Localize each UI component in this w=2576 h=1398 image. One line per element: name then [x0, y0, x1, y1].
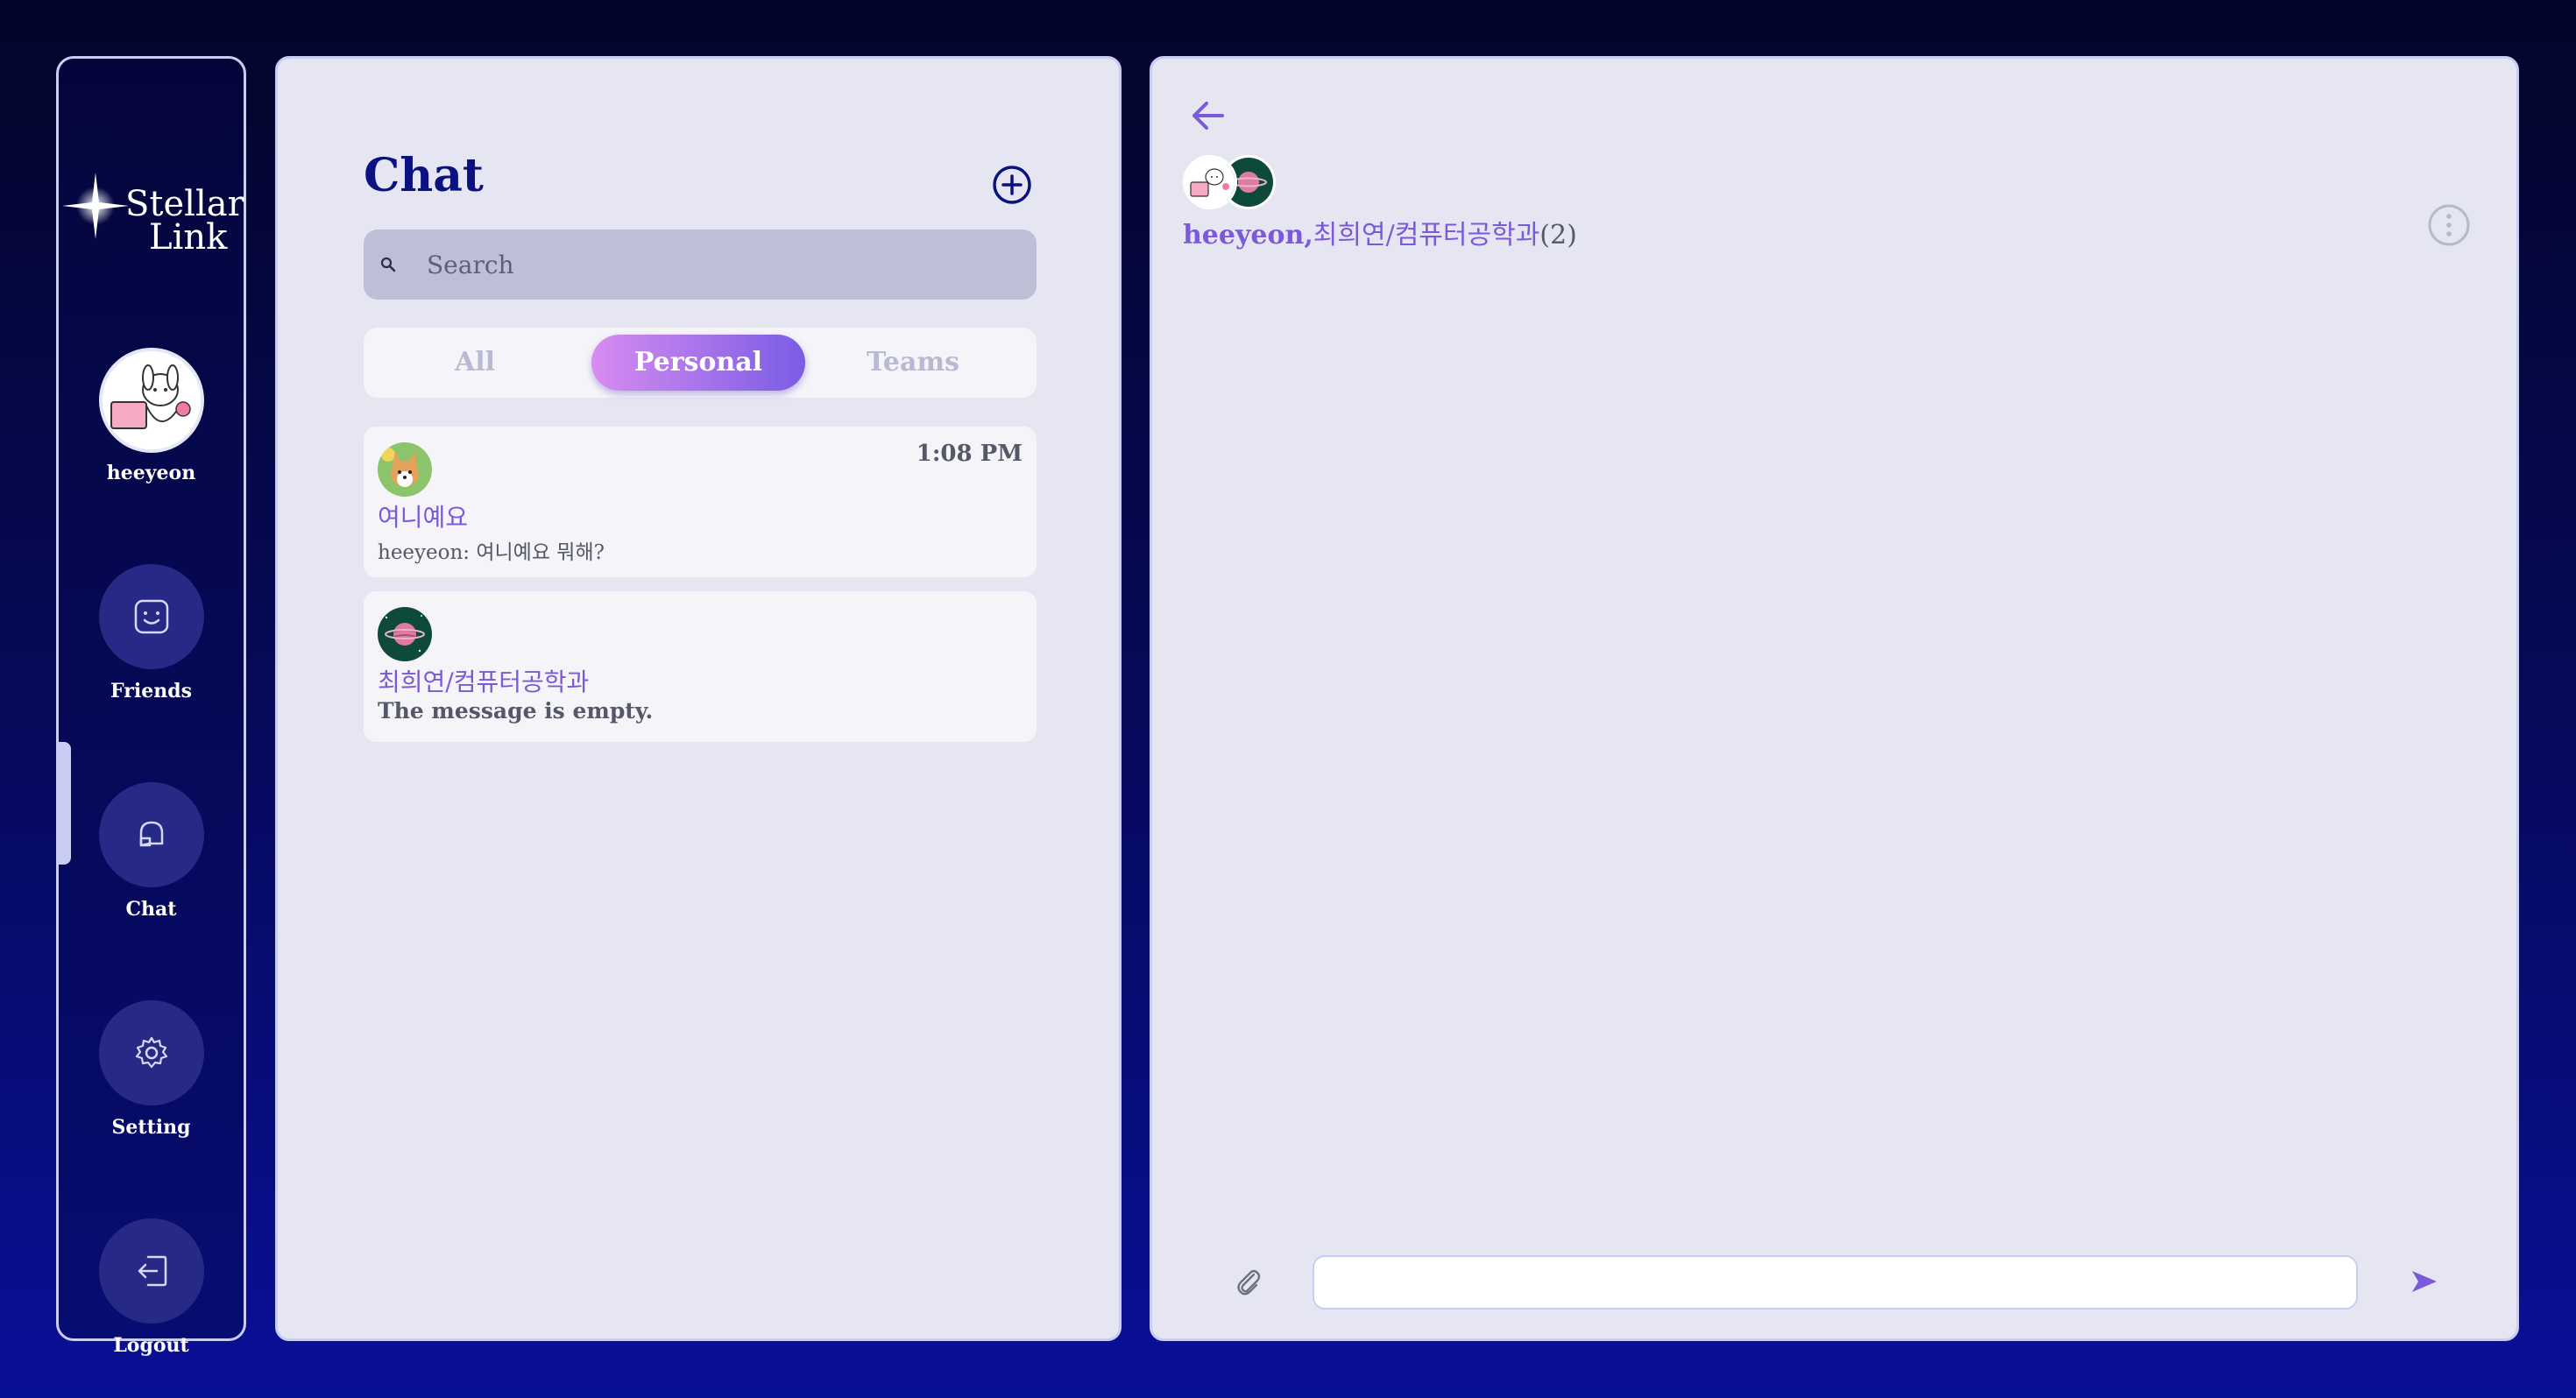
user-profile[interactable]: heeyeon [59, 348, 244, 484]
nav-logout-label: Logout [113, 1334, 189, 1357]
room-time: 1:08 PM [916, 441, 1023, 467]
logo-text-line1: Stellar [125, 184, 244, 224]
room-avatar [378, 607, 432, 661]
add-chat-button[interactable] [992, 165, 1032, 205]
search-bar[interactable] [364, 229, 1037, 300]
paperclip-icon [1237, 1269, 1261, 1296]
message-input[interactable] [1313, 1255, 2358, 1310]
avatar[interactable] [98, 348, 204, 453]
attach-button[interactable] [1233, 1266, 1264, 1301]
nav-setting[interactable]: Setting [59, 1000, 244, 1139]
room-name: 최희연/컴퓨터공학과 [378, 667, 590, 696]
tab-teams[interactable]: Teams [806, 335, 1020, 391]
room-preview: heeyeon: 여니예요 뭐해? [378, 541, 605, 564]
nav-chat[interactable]: Chat [59, 782, 244, 921]
room-name: 여니예요 [378, 503, 469, 532]
arrow-left-icon [1192, 102, 1224, 130]
member-avatars [1183, 155, 1279, 211]
conversation-title-other: 최희연/컴퓨터공학과 [1313, 220, 1540, 251]
search-icon [380, 257, 396, 272]
app-logo: Stellar Link [59, 120, 244, 278]
search-input[interactable] [427, 229, 1023, 300]
planet-avatar-icon [378, 607, 432, 661]
more-options-button[interactable] [2426, 202, 2472, 251]
conversation-title: heeyeon,최희연/컴퓨터공학과(2) [1183, 213, 1577, 251]
member-count: (2) [1539, 220, 1577, 251]
tab-all[interactable]: All [368, 335, 582, 391]
chat-type-tabs: All Personal Teams [364, 328, 1037, 398]
send-button[interactable] [2407, 1266, 2442, 1301]
back-button[interactable] [1187, 95, 1228, 139]
logo-text-line2: Link [149, 217, 228, 258]
room-avatar [378, 442, 432, 497]
chat-bubble-icon [139, 821, 163, 847]
avatar [1183, 155, 1237, 209]
nav-setting-label: Setting [111, 1116, 191, 1139]
conversation-panel: heeyeon,최희연/컴퓨터공학과(2) [1150, 56, 2519, 1341]
sidebar: Stellar Link heeyeon Friends Chat Settin… [56, 56, 246, 1357]
nav-setting-button[interactable] [98, 1000, 204, 1105]
nav-friends-label: Friends [110, 680, 192, 703]
chat-room-item[interactable]: 최희연/컴퓨터공학과 The message is empty. [364, 591, 1037, 742]
corgi-avatar-icon [378, 442, 432, 497]
more-vertical-icon [2428, 204, 2470, 246]
gear-icon [135, 1036, 167, 1069]
page-title: Chat [364, 149, 484, 202]
dog-avatar-icon [1185, 158, 1235, 207]
chat-room-item[interactable]: 1:08 PM 여니예요 heeyeon: 여니예요 뭐해? [364, 427, 1037, 577]
profile-name: heeyeon [106, 462, 196, 484]
room-preview: The message is empty. [378, 698, 654, 724]
send-icon [2412, 1271, 2437, 1292]
chat-list-panel: Chat All Personal Teams [275, 56, 1122, 1341]
plus-circle-icon [993, 166, 1031, 204]
logout-icon [138, 1255, 166, 1287]
nav-logout[interactable]: Logout [59, 1218, 244, 1357]
conversation-title-me: heeyeon, [1183, 220, 1313, 251]
nav-chat-button[interactable] [98, 782, 204, 887]
dog-avatar-icon [102, 351, 201, 449]
nav-logout-button[interactable] [98, 1218, 204, 1324]
nav-friends-button[interactable] [98, 564, 204, 669]
nav-friends[interactable]: Friends [59, 564, 244, 703]
smiley-icon [134, 599, 168, 634]
star-icon [62, 173, 129, 239]
tab-personal[interactable]: Personal [591, 335, 805, 391]
nav-chat-label: Chat [125, 898, 177, 921]
